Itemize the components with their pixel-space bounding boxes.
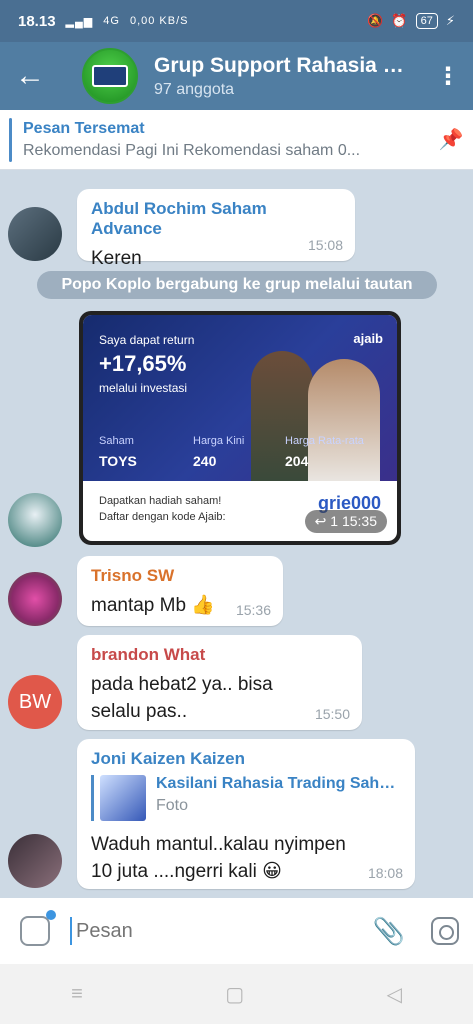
promo-return: +17,65% bbox=[99, 351, 187, 376]
notification-dot bbox=[46, 910, 56, 920]
member-count: 97 anggota bbox=[154, 80, 235, 98]
signal-icon: ▂▄▆ bbox=[65, 15, 94, 28]
pinned-indicator bbox=[9, 117, 12, 162]
attach-icon[interactable]: 📎 bbox=[361, 916, 417, 947]
image-meta[interactable]: ↩ 1 15:35 bbox=[304, 510, 387, 533]
stat-value: TOYS bbox=[99, 453, 137, 469]
image-message[interactable]: Saya dapat return +17,65% melalui invest… bbox=[79, 311, 401, 545]
back-arrow-icon[interactable]: ← bbox=[0, 42, 60, 110]
pinned-title: Pesan Tersemat bbox=[23, 119, 145, 137]
message-bubble[interactable]: Joni Kaizen Kaizen Kasilani Rahasia Trad… bbox=[77, 739, 415, 889]
sender-name[interactable]: brandon What bbox=[91, 645, 348, 665]
avatar[interactable] bbox=[8, 572, 62, 626]
status-time: 18.13 bbox=[18, 12, 56, 30]
reply-thumbnail bbox=[100, 775, 146, 821]
service-message: Popo Koplo bergabung ke grup melalui tau… bbox=[37, 271, 437, 299]
chat-header: ← Grup Support Rahasia Trading Saham 97 … bbox=[0, 42, 473, 110]
ajaib-logo: ajaib bbox=[353, 331, 383, 346]
message-time: 18:08 bbox=[367, 865, 403, 881]
charging-icon: ⚡ bbox=[445, 13, 455, 28]
back-icon[interactable]: ◁ bbox=[386, 982, 401, 1007]
avatar-initials: BW bbox=[18, 690, 52, 713]
promo-line1: Saya dapat return bbox=[99, 333, 195, 347]
avatar[interactable] bbox=[8, 207, 62, 261]
message-text: Waduh mantul..kalau nyimpen 10 juta ....… bbox=[91, 834, 346, 882]
chat-title-area[interactable]: Grup Support Rahasia Trading Saham 97 an… bbox=[154, 54, 423, 99]
pinned-message-bar[interactable]: Pesan Tersemat Rekomendasi Pagi Ini Reko… bbox=[0, 110, 473, 170]
stat-harga-rata: Harga Rata-rata 204 bbox=[285, 435, 364, 469]
group-avatar[interactable] bbox=[82, 48, 138, 104]
composer: 📎 bbox=[0, 898, 473, 964]
stat-label: Harga Kini bbox=[193, 435, 245, 447]
message-time: 15:50 bbox=[314, 706, 350, 722]
message-input[interactable] bbox=[70, 917, 361, 945]
recents-icon[interactable]: ≡ bbox=[71, 983, 83, 1006]
message-time: 15:08 bbox=[307, 237, 343, 253]
sender-name[interactable]: Abdul Rochim Saham Advance bbox=[91, 199, 341, 239]
stat-harga-kini: Harga Kini 240 bbox=[193, 435, 244, 469]
camera-icon bbox=[431, 917, 459, 945]
home-icon[interactable]: ▢ bbox=[225, 982, 244, 1007]
message-bubble[interactable]: Abdul Rochim Saham Advance Keren 15:08 bbox=[77, 189, 355, 269]
message-time: 15:36 bbox=[235, 602, 271, 618]
message-bubble[interactable]: brandon What pada hebat2 ya.. bisa selal… bbox=[77, 635, 362, 730]
message-time: 15:35 bbox=[341, 513, 377, 529]
battery-icon: 67 bbox=[415, 13, 438, 29]
avatar[interactable] bbox=[8, 834, 62, 888]
stat-label: Harga Rata-rata bbox=[285, 435, 364, 447]
more-menu-icon[interactable]: ⋮ bbox=[423, 42, 473, 110]
network-type: 4G bbox=[103, 15, 120, 27]
reply-arrow-icon: ↩ bbox=[314, 513, 327, 529]
pinned-text: Rekomendasi Pagi Ini Rekomendasi saham 0… bbox=[23, 141, 361, 159]
avatar[interactable]: BW bbox=[8, 675, 62, 729]
promo-code: grie000 bbox=[317, 493, 381, 513]
message-text: Keren bbox=[91, 248, 142, 269]
status-bar: 18.13 ▂▄▆ 4G 0,00 KB/S 🔕 ⏰ 67 ⚡ bbox=[0, 0, 473, 42]
stat-saham: Saham TOYS bbox=[99, 435, 137, 469]
promo-line3: melalui investasi bbox=[99, 381, 188, 395]
stat-value: 240 bbox=[193, 453, 217, 469]
sender-name[interactable]: Trisno SW bbox=[91, 566, 269, 586]
system-nav-bar: ≡ ▢ ◁ bbox=[0, 964, 473, 1024]
group-title: Grup Support Rahasia Trading Saham bbox=[154, 53, 409, 77]
reply-text: Foto bbox=[156, 797, 189, 814]
alarm-icon: ⏰ bbox=[391, 13, 408, 28]
message-bubble[interactable]: Trisno SW mantap Mb 👍 15:36 bbox=[77, 556, 283, 626]
camera-button[interactable] bbox=[417, 917, 473, 945]
stat-value: 204 bbox=[285, 453, 309, 469]
reply-sender: Kasilani Rahasia Trading Saham bbox=[156, 775, 396, 792]
sender-name[interactable]: Joni Kaizen Kaizen bbox=[91, 749, 401, 769]
mute-icon: 🔕 bbox=[367, 13, 384, 28]
sticker-button[interactable] bbox=[0, 910, 70, 946]
sticker-icon bbox=[20, 916, 50, 946]
avatar[interactable] bbox=[8, 493, 62, 547]
message-list[interactable]: Abdul Rochim Saham Advance Keren 15:08 P… bbox=[0, 170, 473, 898]
network-speed: 0,00 KB/S bbox=[129, 15, 189, 27]
stat-label: Saham bbox=[99, 435, 134, 447]
pinned-list-icon[interactable]: 📌 bbox=[429, 127, 473, 152]
promo-image[interactable]: Saya dapat return +17,65% melalui invest… bbox=[83, 315, 397, 541]
reply-preview[interactable]: Kasilani Rahasia Trading Saham Foto bbox=[91, 775, 401, 821]
reply-count: 1 bbox=[330, 513, 339, 529]
message-text: pada hebat2 ya.. bisa selalu pas.. bbox=[91, 674, 273, 722]
